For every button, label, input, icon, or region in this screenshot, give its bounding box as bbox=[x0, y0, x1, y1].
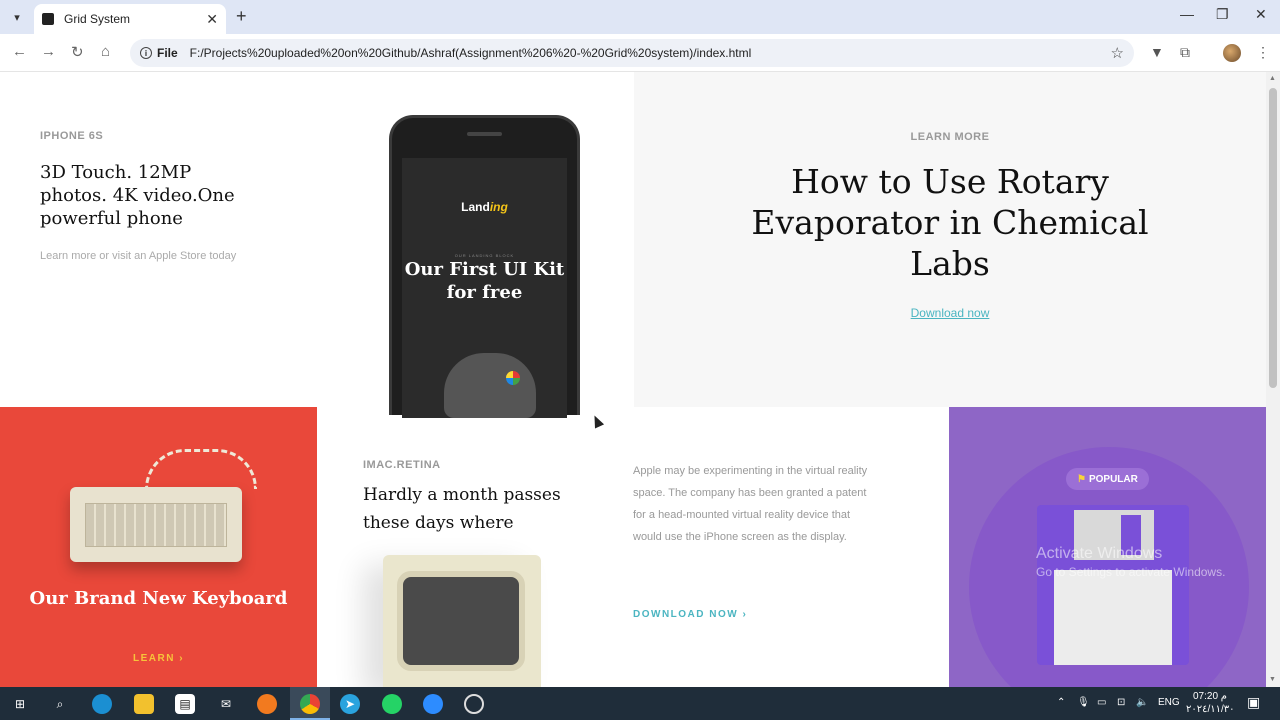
clock-time: 07:20 م bbox=[1192, 691, 1227, 702]
flag-icon: ⚑ bbox=[1077, 473, 1086, 485]
imac-section: IMAC.RETINA Hardly a month passes these … bbox=[363, 459, 583, 537]
language-indicator[interactable]: ENG bbox=[1158, 697, 1180, 708]
tab-search-chevron-icon[interactable]: ▾ bbox=[6, 6, 28, 28]
phone-speaker bbox=[467, 132, 502, 136]
home-icon[interactable]: ⌂ bbox=[101, 43, 110, 60]
floppy-disk-image bbox=[1037, 505, 1189, 665]
bookmark-star-icon[interactable]: ☆ bbox=[1111, 44, 1124, 62]
tab-title: Grid System bbox=[64, 12, 131, 26]
windows-taskbar: ⊞ ⌕ ▤ ✉ ➤ ⌃ 🎙 ▭ ⊡ 🔈 ENG 07:20 م ٢٠٢٤/١١/… bbox=[0, 687, 1280, 720]
volume-icon[interactable]: 🔈 bbox=[1136, 697, 1148, 708]
whatsapp-icon[interactable] bbox=[382, 694, 402, 714]
gamepad-icon bbox=[444, 353, 536, 418]
watermark-title: Activate Windows bbox=[1036, 545, 1163, 562]
iphone-section: IPHONE 6S 3D Touch. 12MP photos. 4K vide… bbox=[40, 130, 240, 265]
close-tab-icon[interactable]: ✕ bbox=[206, 11, 218, 28]
clock-date: ٢٠٢٤/١١/٣٠ bbox=[1186, 704, 1235, 715]
iphone-eyebrow: IPHONE 6S bbox=[40, 130, 104, 142]
phone-big-text: Our First UI Kit for free bbox=[404, 259, 565, 303]
apple-vr-body: Apple may be experimenting in the virtua… bbox=[633, 465, 868, 543]
imac-image bbox=[383, 555, 541, 687]
network-icon[interactable]: ⊡ bbox=[1117, 697, 1125, 708]
page-scrollbar[interactable]: ▲ ▼ bbox=[1266, 72, 1280, 687]
extensions-puzzle-icon[interactable]: ⧉ bbox=[1180, 44, 1190, 61]
new-tab-plus-icon[interactable]: + bbox=[236, 6, 247, 27]
telegram-icon[interactable]: ➤ bbox=[340, 694, 360, 714]
scheme-label: File bbox=[157, 46, 178, 60]
address-bar[interactable]: i File F:/Projects%20uploaded%20on%20Git… bbox=[130, 39, 1134, 67]
activation-watermark: Activate Windows Go to Settings to activ… bbox=[1036, 545, 1225, 579]
reload-icon[interactable]: ↻ bbox=[71, 43, 84, 61]
recorder-icon[interactable] bbox=[464, 694, 484, 714]
phone-screen: Landing OUR LANDING BLOCK Our First UI K… bbox=[402, 158, 567, 418]
close-window-icon[interactable]: ✕ bbox=[1255, 6, 1267, 23]
learn-more-eyebrow: LEARN MORE bbox=[910, 131, 990, 143]
keyboard-image bbox=[70, 487, 242, 562]
scrollbar-thumb[interactable] bbox=[1269, 88, 1277, 388]
chrome-icon[interactable] bbox=[300, 694, 320, 714]
browser-toolbar: ← → ↻ ⌂ i File F:/Projects%20uploaded%20… bbox=[0, 34, 1280, 72]
learn-more-panel: LEARN MORE How to Use Rotary Evaporator … bbox=[634, 72, 1266, 407]
page-viewport: IPHONE 6S 3D Touch. 12MP photos. 4K vide… bbox=[0, 72, 1266, 687]
windows-start-icon[interactable]: ⊞ bbox=[10, 694, 30, 714]
profile-avatar[interactable] bbox=[1223, 44, 1241, 62]
iphone-note: Learn more or visit an Apple Store today bbox=[40, 250, 237, 262]
watermark-subtitle: Go to Settings to activate Windows. bbox=[1036, 565, 1226, 579]
scroll-down-icon[interactable]: ▼ bbox=[1269, 676, 1276, 683]
file-explorer-icon[interactable] bbox=[134, 694, 154, 714]
scroll-up-icon[interactable]: ▲ bbox=[1269, 75, 1276, 82]
battery-icon[interactable]: ▭ bbox=[1097, 697, 1106, 708]
zoom-icon[interactable] bbox=[423, 694, 443, 714]
extension-vue-icon[interactable]: ▼ bbox=[1150, 44, 1164, 60]
tray-chevron-icon[interactable]: ⌃ bbox=[1057, 697, 1065, 708]
maximize-icon[interactable]: ❐ bbox=[1216, 6, 1229, 23]
back-arrow-icon[interactable]: ← bbox=[12, 43, 27, 60]
notification-icon[interactable]: ▣ bbox=[1247, 694, 1260, 711]
minimize-icon[interactable]: — bbox=[1180, 6, 1194, 22]
page-favicon-icon bbox=[42, 13, 54, 25]
browser-tab[interactable]: Grid System ✕ bbox=[34, 4, 226, 34]
iphone-headline: 3D Touch. 12MP photos. 4K video.One powe… bbox=[40, 162, 235, 229]
microphone-icon[interactable]: 🎙 bbox=[1077, 697, 1090, 708]
store-icon[interactable]: ▤ bbox=[175, 694, 195, 714]
popular-badge: ⚑ POPULAR bbox=[1066, 468, 1149, 490]
more-menu-icon[interactable]: ⋮ bbox=[1256, 44, 1270, 61]
mouse-cursor bbox=[589, 413, 605, 429]
learn-more-title: How to Use Rotary Evaporator in Chemical… bbox=[751, 162, 1149, 283]
keyboard-cord bbox=[145, 449, 257, 489]
download-now-link[interactable]: Download now bbox=[911, 306, 990, 320]
keyboard-card-title: Our Brand New Keyboard bbox=[29, 588, 288, 609]
phone-brand: Landing bbox=[461, 200, 508, 214]
imac-eyebrow: IMAC.RETINA bbox=[363, 459, 441, 471]
site-info-icon[interactable]: i bbox=[140, 47, 152, 59]
keyboard-card: Our Brand New Keyboard LEARN › bbox=[0, 407, 317, 687]
download-now-cta[interactable]: DOWNLOAD NOW › bbox=[633, 609, 747, 620]
firefox-icon[interactable] bbox=[257, 694, 277, 714]
imac-headline: Hardly a month passes these days where bbox=[363, 485, 561, 533]
phone-image: Landing OUR LANDING BLOCK Our First UI K… bbox=[389, 115, 580, 418]
forward-arrow-icon[interactable]: → bbox=[41, 43, 56, 60]
url-text[interactable]: F:/Projects%20uploaded%20on%20Github/Ash… bbox=[190, 46, 1111, 60]
edge-browser-icon[interactable] bbox=[92, 694, 112, 714]
mail-icon[interactable]: ✉ bbox=[216, 694, 236, 714]
system-clock[interactable]: 07:20 م ٢٠٢٤/١١/٣٠ bbox=[1186, 690, 1235, 716]
search-icon[interactable]: ⌕ bbox=[50, 694, 70, 714]
keyboard-learn-link[interactable]: LEARN › bbox=[0, 653, 317, 664]
tab-strip: ▾ Grid System ✕ + — ❐ ✕ bbox=[0, 0, 1280, 34]
